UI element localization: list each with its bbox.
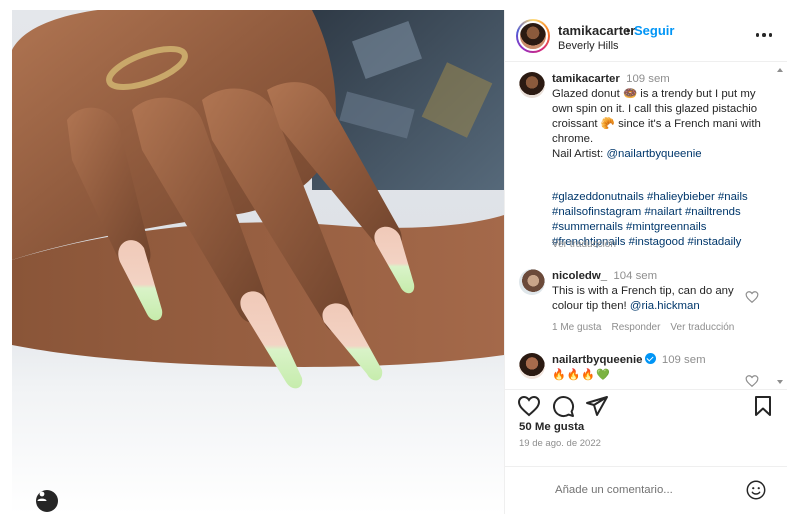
comment-icon[interactable]	[551, 394, 575, 418]
action-bar	[505, 389, 787, 425]
heart-icon[interactable]	[745, 290, 759, 304]
comment-translate-link[interactable]: Ver traducción	[670, 322, 734, 333]
post-header: tamikacarter • Seguir Beverly Hills	[505, 10, 787, 62]
comment-time: 104 sem	[613, 270, 658, 282]
comment-emojis: 🔥🔥🔥💚	[552, 369, 611, 381]
caption-username[interactable]: tamikacarter	[552, 73, 620, 85]
comment: nicoledw_ 104 sem This is with a French …	[552, 269, 742, 314]
send-icon[interactable]	[585, 394, 609, 418]
scroll-down-arrow-icon[interactable]	[777, 380, 783, 384]
smiley-icon[interactable]	[745, 479, 767, 501]
post-photo[interactable]	[12, 10, 504, 514]
comment-likes[interactable]: 1 Me gusta	[552, 322, 601, 333]
comment-avatar[interactable]	[519, 269, 545, 295]
instagram-post-modal: tamikacarter • Seguir Beverly Hills tami…	[0, 0, 800, 528]
tagged-users-button[interactable]	[36, 490, 58, 512]
caption-translate-link[interactable]: Ver traducción	[552, 239, 616, 250]
bookmark-icon[interactable]	[751, 394, 775, 418]
post-side-panel: tamikacarter • Seguir Beverly Hills tami…	[504, 10, 787, 514]
post-date: 19 de ago. de 2022	[519, 438, 601, 449]
comment-username[interactable]: nicoledw_	[552, 270, 607, 282]
comment-time: 109 sem	[661, 354, 706, 366]
comment: nailartbyqueenie 109 sem 🔥🔥🔥💚	[552, 353, 742, 383]
heart-icon[interactable]	[745, 374, 759, 388]
add-comment-bar	[505, 466, 787, 514]
follow-button[interactable]: Seguir	[634, 23, 674, 38]
nail-photo-illustration	[12, 10, 504, 389]
reply-button[interactable]: Responder	[611, 322, 660, 333]
like-count[interactable]: 50 Me gusta	[519, 421, 584, 433]
more-horizontal-icon[interactable]	[753, 26, 775, 44]
comment-meta: 1 Me gusta Responder Ver traducción	[552, 322, 734, 333]
separator-dot: •	[626, 23, 631, 38]
artist-mention[interactable]: @nailartbyqueenie	[606, 148, 701, 160]
comment-avatar[interactable]	[519, 353, 545, 379]
scroll-up-arrow-icon[interactable]	[777, 68, 783, 72]
location-link[interactable]: Beverly Hills	[558, 40, 619, 52]
comment-input[interactable]	[555, 481, 735, 499]
comments-list[interactable]: tamikacarter 109 sem Glazed donut 🍩 is a…	[505, 63, 787, 389]
caption: tamikacarter 109 sem Glazed donut 🍩 is a…	[552, 72, 772, 162]
comment-username[interactable]: nailartbyqueenie	[552, 354, 643, 366]
artist-label: Nail Artist:	[552, 148, 607, 160]
caption-text-1: Glazed donut	[552, 88, 623, 100]
header-username[interactable]: tamikacarter	[558, 23, 635, 38]
avatar[interactable]	[516, 19, 550, 53]
caption-time: 109 sem	[626, 73, 670, 85]
heart-icon[interactable]	[517, 394, 541, 418]
croissant-emoji: 🥐	[600, 118, 615, 130]
donut-emoji: 🍩	[622, 88, 638, 100]
caption-avatar[interactable]	[519, 72, 545, 98]
comment-mention[interactable]: @ria.hickman	[630, 300, 700, 312]
user-icon	[37, 491, 47, 501]
verified-badge-icon	[644, 353, 656, 364]
